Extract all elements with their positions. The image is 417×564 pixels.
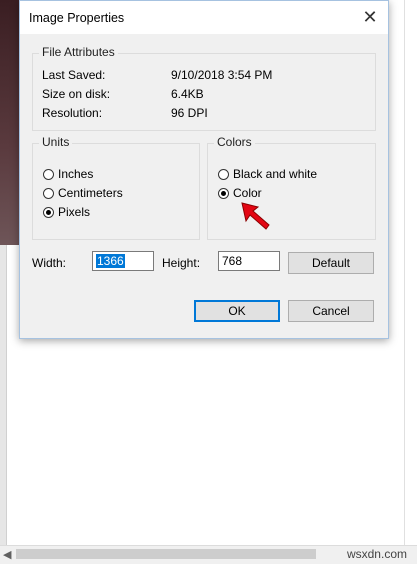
units-pixels-option[interactable]: Pixels: [43, 204, 90, 220]
image-properties-dialog: Image Properties ✕ File Attributes Last …: [19, 0, 389, 339]
resolution-value: 96 DPI: [171, 106, 208, 120]
close-icon: ✕: [362, 7, 378, 27]
radio-centimeters-label: Centimeters: [58, 186, 123, 200]
size-on-disk-value: 6.4KB: [171, 87, 204, 101]
width-input[interactable]: 1366: [92, 251, 154, 271]
dialog-titlebar[interactable]: Image Properties ✕: [20, 1, 388, 34]
cancel-button[interactable]: Cancel: [288, 300, 374, 322]
canvas-right-edge: [404, 0, 417, 545]
watermark-text: wsxdn.com: [346, 547, 407, 561]
radio-pixels-label: Pixels: [58, 205, 91, 219]
colors-bw-option[interactable]: Black and white: [218, 166, 317, 182]
radio-centimeters[interactable]: [43, 187, 54, 199]
close-button[interactable]: ✕: [358, 5, 382, 29]
width-value: 1366: [96, 254, 125, 268]
last-saved-label: Last Saved:: [42, 68, 106, 82]
scroll-left-arrow-icon[interactable]: ◀: [3, 548, 11, 561]
red-pointer-arrow-icon: [241, 202, 270, 230]
radio-pixels[interactable]: [43, 206, 54, 218]
canvas-left-edge: [0, 245, 7, 545]
ok-button[interactable]: OK: [194, 300, 280, 322]
horizontal-scrollbar[interactable]: ◀ wsxdn.com: [0, 545, 417, 564]
units-centimeters-option[interactable]: Centimeters: [43, 185, 123, 201]
radio-inches[interactable]: [43, 168, 54, 180]
file-attributes-title: File Attributes: [39, 45, 118, 59]
size-on-disk-label: Size on disk:: [42, 87, 111, 101]
units-inches-option[interactable]: Inches: [43, 166, 93, 182]
radio-black-and-white[interactable]: [218, 168, 229, 180]
last-saved-value: 9/10/2018 3:54 PM: [171, 68, 273, 82]
units-title: Units: [39, 135, 73, 149]
scrollbar-thumb[interactable]: [16, 549, 316, 559]
width-label: Width:: [32, 256, 67, 270]
resolution-label: Resolution:: [42, 106, 103, 120]
radio-black-and-white-label: Black and white: [233, 167, 318, 181]
height-label: Height:: [162, 256, 201, 270]
colors-title: Colors: [214, 135, 255, 149]
default-button[interactable]: Default: [288, 252, 374, 274]
height-value: 768: [222, 254, 243, 268]
height-input[interactable]: 768: [218, 251, 280, 271]
radio-color[interactable]: [218, 187, 229, 199]
radio-inches-label: Inches: [58, 167, 94, 181]
dialog-title: Image Properties: [29, 11, 125, 25]
